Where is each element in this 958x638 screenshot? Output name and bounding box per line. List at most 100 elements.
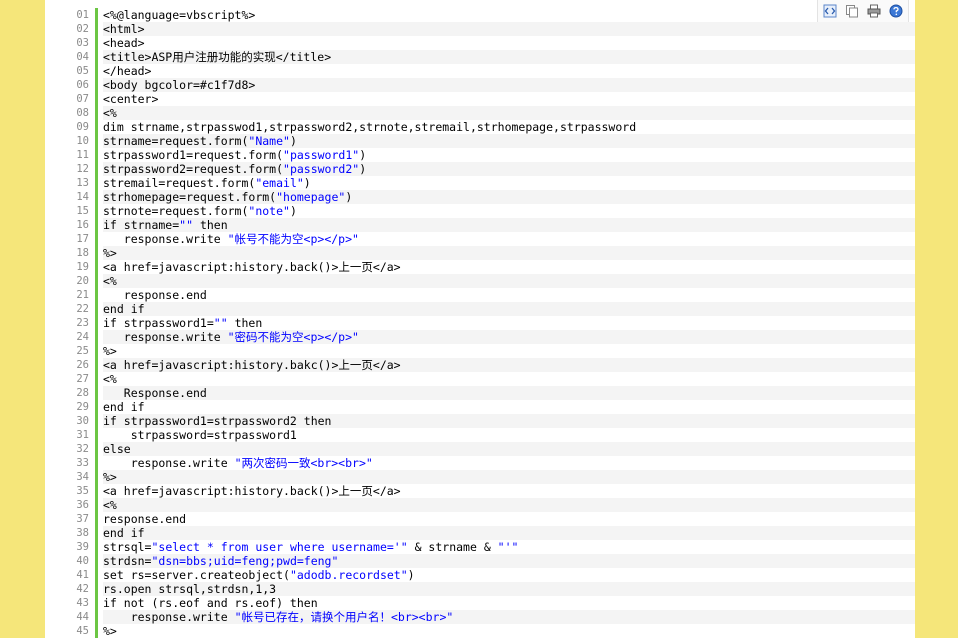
code-line: 36 <%	[45, 498, 915, 512]
code-text: strdsn="dsn=bbs;uid=feng;pwd=feng"	[103, 554, 915, 568]
gutter-bar	[95, 64, 98, 78]
code-text: %>	[103, 344, 117, 358]
line-number: 07	[76, 93, 89, 105]
code-line: 13 stremail=request.form("email")	[45, 176, 915, 190]
code-listing: 01 <%@language=vbscript%> 02 <html> 03 <head>…	[45, 8, 915, 638]
line-number: 01	[76, 9, 89, 21]
code-text: <a href=javascript:history.back()>上一页</a…	[103, 260, 401, 274]
code-line: 40 strdsn="dsn=bbs;uid=feng;pwd=feng"	[45, 554, 915, 568]
line-number: 28	[76, 387, 89, 399]
gutter-bar	[95, 428, 98, 442]
code-line: 27 <%	[45, 372, 915, 386]
code-text: response.write "帐号已存在，请换个用户名！<br><br>"	[103, 610, 915, 624]
line-number: 29	[76, 401, 89, 413]
code-text: <a href=javascript:history.back()>上一页</a…	[103, 484, 401, 498]
line-number: 37	[76, 513, 89, 525]
code-line: 22 end if	[45, 302, 915, 316]
code-line: 44 response.write "帐号已存在，请换个用户名！<br><br>…	[45, 610, 915, 624]
code-text: response.end	[103, 512, 187, 526]
code-line: 12 strpassword2=request.form("password2")	[45, 162, 915, 176]
code-text: response.end	[103, 288, 207, 302]
gutter-bar	[95, 288, 98, 302]
gutter-bar	[95, 204, 98, 218]
code-line: 29 end if	[45, 400, 915, 414]
code-line: 23 if strpassword1="" then	[45, 316, 915, 330]
line-number: 10	[76, 135, 89, 147]
code-line: 42 rs.open strsql,strdsn,1,3	[45, 582, 915, 596]
code-text: end if	[103, 400, 145, 414]
gutter-bar	[95, 568, 98, 582]
code-line: 43 if not (rs.eof and rs.eof) then	[45, 596, 915, 610]
gutter-bar	[95, 106, 98, 120]
gutter-bar	[95, 148, 98, 162]
code-text: else	[103, 442, 915, 456]
line-number: 44	[76, 611, 89, 623]
gutter-bar	[95, 302, 98, 316]
line-number: 18	[76, 247, 89, 259]
code-text: </head>	[103, 64, 152, 78]
gutter-bar	[95, 526, 98, 540]
gutter-bar	[95, 540, 98, 554]
gutter-bar	[95, 456, 98, 470]
line-number: 26	[76, 359, 89, 371]
code-line: 15 strnote=request.form("note")	[45, 204, 915, 218]
code-text: <%	[103, 106, 915, 120]
code-text: strnote=request.form("note")	[103, 204, 297, 218]
line-number: 15	[76, 205, 89, 217]
gutter-bar	[95, 274, 98, 288]
code-text: end if	[103, 302, 915, 316]
gutter-bar	[95, 442, 98, 456]
gutter-bar	[95, 36, 98, 50]
code-line: 25 %>	[45, 344, 915, 358]
line-number: 21	[76, 289, 89, 301]
code-line: 07 <center>	[45, 92, 915, 106]
code-line: 38 end if	[45, 526, 915, 540]
code-line: 02 <html>	[45, 22, 915, 36]
gutter-bar	[95, 78, 98, 92]
line-number: 25	[76, 345, 89, 357]
code-line: 26 <a href=javascript:history.bakc()>上一页<…	[45, 358, 915, 372]
gutter-bar	[95, 554, 98, 568]
code-text: strname=request.form("Name")	[103, 134, 915, 148]
code-text: <a href=javascript:history.bakc()>上一页</a…	[103, 358, 915, 372]
code-line: 08 <%	[45, 106, 915, 120]
code-text: end if	[103, 526, 915, 540]
gutter-bar	[95, 330, 98, 344]
code-text: dim strname,strpasswod1,strpassword2,str…	[103, 120, 637, 134]
code-line: 34 %>	[45, 470, 915, 484]
line-number: 43	[76, 597, 89, 609]
code-line: 09 dim strname,strpasswod1,strpassword2,s…	[45, 120, 915, 134]
code-line: 01 <%@language=vbscript%>	[45, 8, 915, 22]
code-text: if strpassword1="" then	[103, 316, 263, 330]
line-number: 33	[76, 457, 89, 469]
code-text: strpassword2=request.form("password2")	[103, 162, 915, 176]
code-text: <title>ASP用户注册功能的实现</title>	[103, 50, 915, 64]
line-number: 22	[76, 303, 89, 315]
gutter-bar	[95, 386, 98, 400]
code-text: strsql="select * from user where usernam…	[103, 540, 519, 554]
gutter-bar	[95, 232, 98, 246]
gutter-bar	[95, 596, 98, 610]
line-number: 08	[76, 107, 89, 119]
code-line: 19 <a href=javascript:history.back()>上一页<…	[45, 260, 915, 274]
gutter-bar	[95, 218, 98, 232]
gutter-bar	[95, 512, 98, 526]
code-line: 30 if strpassword1=strpassword2 then	[45, 414, 915, 428]
code-text: strpassword1=request.form("password1")	[103, 148, 367, 162]
line-number: 38	[76, 527, 89, 539]
code-text: strpassword=strpassword1	[103, 428, 297, 442]
code-line: 33 response.write "两次密码一致<br><br>"	[45, 456, 915, 470]
code-line: 37 response.end	[45, 512, 915, 526]
line-number: 14	[76, 191, 89, 203]
code-text: <body bgcolor=#c1f7d8>	[103, 78, 915, 92]
line-number: 23	[76, 317, 89, 329]
code-line: 39 strsql="select * from user where usern…	[45, 540, 915, 554]
code-line: 24 response.write "密码不能为空<p></p>"	[45, 330, 915, 344]
gutter-bar	[95, 414, 98, 428]
gutter-bar	[95, 92, 98, 106]
gutter-bar	[95, 358, 98, 372]
line-number: 02	[76, 23, 89, 35]
gutter-bar	[95, 50, 98, 64]
line-number: 30	[76, 415, 89, 427]
gutter-bar	[95, 246, 98, 260]
